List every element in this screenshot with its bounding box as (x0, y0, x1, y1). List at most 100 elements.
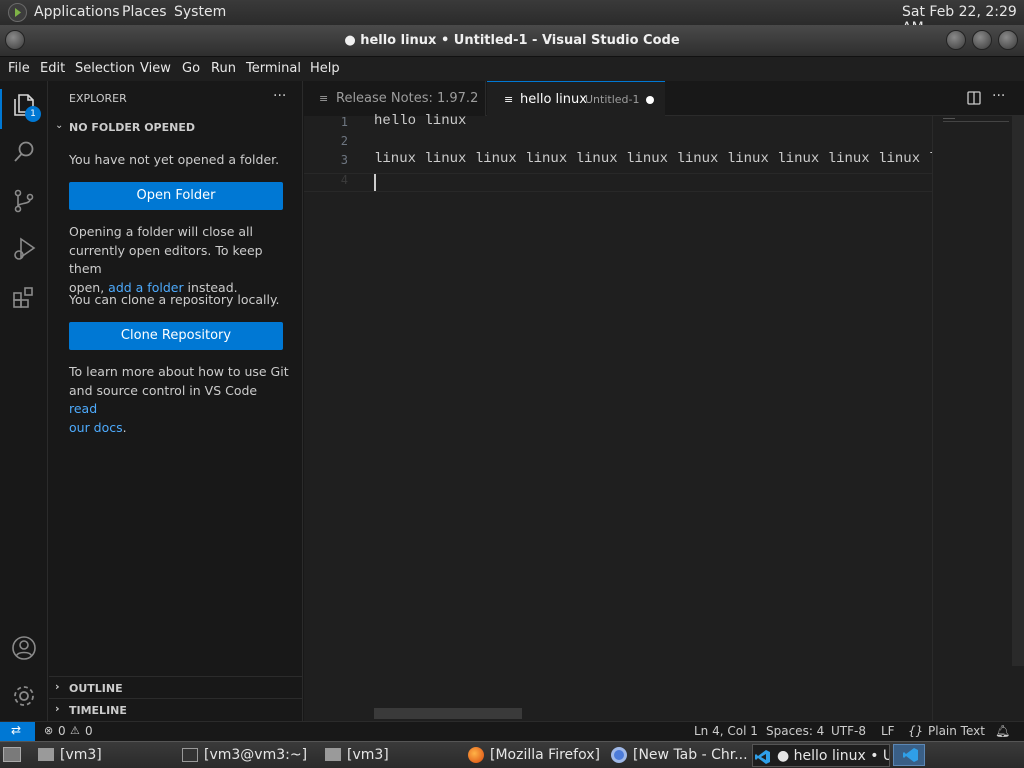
opening-message-line2: currently open editors. To keep them (69, 242, 263, 277)
menu-run[interactable]: Run (211, 61, 236, 76)
system-logo-icon[interactable] (8, 3, 27, 22)
menu-system[interactable]: System (174, 4, 226, 20)
menu-selection[interactable]: Selection (75, 61, 135, 76)
chevron-right-icon: › (55, 680, 60, 693)
file-icon: ≡ (504, 93, 514, 106)
taskbar-label: [vm3] (60, 747, 102, 763)
line-number: 1 (340, 115, 348, 129)
chevron-down-icon: ⌄ (55, 120, 64, 131)
menu-help[interactable]: Help (310, 61, 340, 76)
taskbar-label: [vm3@vm3:~] (204, 747, 308, 763)
menu-file[interactable]: File (8, 61, 30, 76)
horizontal-scrollbar[interactable] (374, 708, 522, 719)
git-message: To learn more about how to use Git and s… (69, 363, 289, 437)
error-count[interactable]: 0 (58, 724, 66, 738)
outline-section[interactable]: › OUTLINE (49, 676, 303, 698)
tab-release-notes[interactable]: ≡ Release Notes: 1.97.2 (304, 81, 486, 116)
search-icon[interactable] (8, 136, 40, 168)
sidebar-header: EXPLORER (69, 92, 127, 105)
current-line-highlight (304, 173, 932, 192)
notifications-bell-icon[interactable]: 🔔︎ (995, 724, 1010, 738)
remote-indicator[interactable]: ⇄ (0, 722, 35, 742)
chevron-right-icon: › (55, 702, 60, 715)
status-bar: ⇄ ⊗ 0 ⚠ 0 Ln 4, Col 1 Spaces: 4 UTF-8 LF… (0, 721, 1024, 742)
menu-applications[interactable]: Applications (34, 4, 120, 20)
window-titlebar[interactable]: ● hello linux • Untitled-1 - Visual Stud… (0, 25, 1024, 57)
tab-sublabel: Untitled-1 (585, 93, 640, 106)
source-control-icon[interactable] (8, 185, 40, 217)
text-cursor (374, 174, 376, 191)
warning-icon: ⚠ (70, 724, 80, 737)
git-message-pre: and source control in VS Code (69, 382, 258, 398)
taskbar-label: [Mozilla Firefox] (490, 747, 600, 763)
taskbar: [vm3] [vm3@vm3:~] [vm3] [Mozilla Firefox… (0, 741, 1024, 768)
taskbar-item[interactable]: [Mozilla Firefox] (466, 744, 604, 767)
run-debug-icon[interactable] (8, 233, 40, 265)
code-line-clip: linux linux linux linux linux linux linu… (374, 151, 932, 171)
taskbar-item[interactable]: [New Tab - Chr... (609, 744, 747, 767)
tab-label: hello linux (520, 92, 587, 107)
code-line[interactable]: hello linux (374, 113, 466, 129)
minimize-button[interactable] (946, 30, 966, 50)
show-desktop-icon[interactable] (3, 747, 21, 762)
tab-hello-linux[interactable]: ≡ hello linux Untitled-1 (487, 81, 665, 116)
menu-places[interactable]: Places (122, 4, 167, 20)
explorer-badge: 1 (25, 106, 41, 122)
git-message-end: . (122, 419, 127, 435)
line-ending[interactable]: LF (881, 724, 895, 738)
split-editor-icon[interactable] (966, 90, 982, 110)
menu-edit[interactable]: Edit (40, 61, 65, 76)
more-actions-icon[interactable]: ··· (273, 88, 286, 104)
minimap-line (943, 121, 1009, 122)
close-button[interactable] (998, 30, 1018, 50)
timeline-section[interactable]: › TIMELINE (49, 698, 303, 720)
line-number: 2 (340, 134, 348, 148)
chrome-icon (611, 747, 627, 763)
error-icon: ⊗ (44, 724, 54, 737)
code-line[interactable]: linux linux linux linux linux linux linu… (374, 151, 932, 167)
taskbar-label: [vm3] (347, 747, 389, 763)
indentation[interactable]: Spaces: 4 (766, 724, 824, 738)
minimap[interactable] (932, 116, 1024, 721)
read-link[interactable]: read (69, 401, 97, 416)
encoding[interactable]: UTF-8 (831, 724, 866, 738)
explorer-sidebar: EXPLORER ··· ⌄ NO FOLDER OPENED You have… (49, 81, 303, 721)
clone-repository-button[interactable]: Clone Repository (69, 322, 283, 350)
language-mode[interactable]: Plain Text (928, 724, 985, 738)
active-indicator (0, 89, 2, 129)
warning-count[interactable]: 0 (85, 724, 93, 738)
menubar: File Edit Selection View Go Run Terminal… (0, 57, 1024, 81)
line-number: 4 (340, 173, 348, 187)
menu-view[interactable]: View (140, 61, 171, 76)
taskbar-label: ● hello linux • U... (777, 748, 889, 764)
vertical-scrollbar[interactable] (1012, 116, 1024, 666)
editor-area[interactable]: 1 2 3 4 hello linux linux linux linux li… (304, 113, 1024, 721)
remote-icon: ⇄ (11, 723, 22, 737)
taskbar-label: [New Tab - Chr... (633, 747, 747, 763)
menu-terminal[interactable]: Terminal (246, 61, 301, 76)
activity-bar (0, 81, 48, 721)
vscode-icon (755, 749, 771, 766)
no-folder-message: You have not yet opened a folder. (69, 152, 280, 167)
taskbar-item[interactable]: [vm3] (36, 744, 174, 767)
cursor-position[interactable]: Ln 4, Col 1 (694, 724, 758, 738)
settings-gear-icon[interactable] (8, 680, 40, 712)
menu-go[interactable]: Go (182, 61, 200, 76)
window-title: ● hello linux • Untitled-1 - Visual Stud… (344, 33, 680, 48)
open-folder-button[interactable]: Open Folder (69, 182, 283, 210)
section-title: NO FOLDER OPENED (69, 121, 195, 134)
extensions-icon[interactable] (8, 282, 40, 314)
accounts-icon[interactable] (8, 632, 40, 664)
taskbar-item[interactable]: [vm3@vm3:~] (180, 744, 318, 767)
unsaved-dot-icon[interactable] (646, 96, 654, 104)
editor-more-actions-icon[interactable]: ··· (992, 88, 1005, 104)
no-folder-section-header[interactable]: ⌄ NO FOLDER OPENED (49, 119, 303, 139)
workspace-switcher[interactable] (893, 744, 925, 766)
outline-label: OUTLINE (69, 682, 123, 695)
maximize-button[interactable] (972, 30, 992, 50)
our-docs-link[interactable]: our docs (69, 420, 123, 435)
line-number: 3 (340, 153, 348, 167)
taskbar-item-active[interactable]: ● hello linux • U... (752, 744, 890, 767)
taskbar-item[interactable]: [vm3] (323, 744, 461, 767)
tab-label: Release Notes: 1.97.2 (336, 91, 479, 106)
